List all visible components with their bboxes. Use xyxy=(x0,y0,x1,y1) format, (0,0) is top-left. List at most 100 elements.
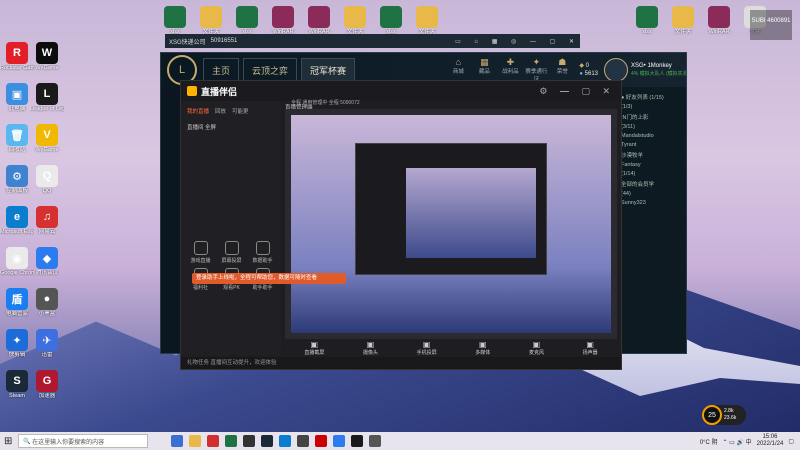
desktop-right-icon[interactable]: WinRAR xyxy=(702,6,736,35)
desktop-left-icon[interactable]: ✦ 快剪辑 xyxy=(0,329,34,358)
streaming-app-window: 直播伴侣 ⚙ — ▢ ✕ 我的直播 回放 可能更 直播间 全屏 游戏直播 屏幕投屏 数据… xyxy=(180,80,622,370)
desktop-icon-label: Microsoft Edge xyxy=(0,229,34,235)
clock[interactable]: 15:06 2022/1/24 xyxy=(757,434,784,448)
desktop-col2-icon[interactable]: W WeGame xyxy=(30,42,64,71)
nav-home[interactable]: 主页 xyxy=(203,58,240,82)
taskbar-app-icon[interactable] xyxy=(315,435,327,447)
friend-item[interactable]: Fantasy xyxy=(621,162,683,168)
taskbar-app-icon[interactable] xyxy=(261,435,273,447)
desktop-icon-label: 文件夹 xyxy=(674,29,692,35)
stream-tab[interactable]: 可能更 xyxy=(232,107,249,115)
taskbar-app-icon[interactable] xyxy=(369,435,381,447)
notification-icon[interactable]: ▢ xyxy=(788,438,794,445)
desktop-top-glyph-icon xyxy=(200,6,222,28)
desktop-left-icon[interactable]: 盾电脑管家 xyxy=(0,288,34,317)
desktop-left-icon[interactable]: RRockstar Games Launcher xyxy=(0,42,34,71)
desktop-col2-icon[interactable]: ● 小黑盒 xyxy=(30,288,64,317)
weather[interactable]: 0°C 阴 xyxy=(700,437,718,446)
desktop-top-icon[interactable]: xlsx xyxy=(374,6,408,35)
desktop-top-icon[interactable]: WinRAR xyxy=(302,6,336,35)
stream-control[interactable]: ▣ 摄像头 xyxy=(363,340,378,356)
friend-item[interactable]: (44) xyxy=(621,191,683,197)
friend-item[interactable]: Mandalstudio xyxy=(621,133,683,139)
stream-tool[interactable]: 屏幕投屏 xyxy=(218,241,245,264)
nav-tft[interactable]: 云顶之弈 xyxy=(243,58,298,82)
stream-control-icon: ▣ xyxy=(586,340,594,349)
taskbar-app-icon[interactable] xyxy=(171,435,183,447)
stream-control[interactable]: ▣ 直播截屏 xyxy=(304,340,324,356)
desktop-left-icon[interactable]: ⚙ 控制面板 xyxy=(0,165,34,194)
desktop-top-icon[interactable]: xlsx xyxy=(158,6,192,35)
desktop-col2-icon[interactable]: ✈ 迅雷 xyxy=(30,329,64,358)
client-title-bar: XSG快递公司 50916551 ▭ ⌂ ▦ ◎ — ▢ ✕ xyxy=(165,34,580,48)
desktop-right-glyph-icon xyxy=(636,6,658,28)
friend-item[interactable]: 全部的会员学 xyxy=(621,180,683,188)
desktop-top-icon[interactable]: 文件夹 xyxy=(338,6,372,35)
taskbar-app-icon[interactable] xyxy=(189,435,201,447)
friend-item[interactable]: (1/3) xyxy=(621,104,683,110)
taskbar-app-icon[interactable] xyxy=(243,435,255,447)
promo-banner[interactable]: 登录助手上线啦，全程可帮助您，数据可随时查看 xyxy=(192,273,346,284)
desktop-left-glyph-icon: ▣ xyxy=(6,83,28,105)
taskbar-app-icon[interactable] xyxy=(297,435,309,447)
desktop-left-icon[interactable]: S Steam xyxy=(0,370,34,399)
desktop-top-glyph-icon xyxy=(380,6,402,28)
window-controls[interactable]: ▭ ⌂ ▦ ◎ — ▢ ✕ xyxy=(455,38,580,45)
desktop-col2-icon[interactable]: ◆ 腾讯会议 xyxy=(30,247,64,276)
app-logo-icon xyxy=(187,86,197,96)
stream-control-icon: ▣ xyxy=(479,340,487,349)
start-icon[interactable]: ⊞ xyxy=(4,436,12,447)
friend-item[interactable]: IN门的上影 xyxy=(621,113,683,121)
desktop-col2-icon[interactable]: Q QQ xyxy=(30,165,64,194)
desktop-icon-label: WeGame xyxy=(35,65,59,71)
friend-item[interactable]: (3/11) xyxy=(621,124,683,130)
search-input[interactable]: 🔍 在这里输入你要搜索的内容 xyxy=(18,434,148,448)
friends-list[interactable]: ● 好友列表 (1/15) (1/3) IN门的上影 (3/11) Mandalstud… xyxy=(618,87,686,353)
nav-clash[interactable]: 冠军杯赛 xyxy=(301,58,356,82)
friend-item[interactable]: (1/14) xyxy=(621,171,683,177)
gauge-value: 25 xyxy=(702,405,722,425)
stream-tab[interactable]: 回放 xyxy=(215,107,226,115)
desktop-top-icon[interactable]: WinRAR xyxy=(266,6,300,35)
desktop-top-glyph-icon xyxy=(164,6,186,28)
desktop-left-glyph-icon: ✦ xyxy=(6,329,28,351)
friend-item[interactable]: Tyrant xyxy=(621,142,683,148)
player-name: XSG• 1Monkey xyxy=(631,63,672,69)
friend-item[interactable]: Sunny323 xyxy=(621,200,683,206)
stream-window-controls[interactable]: ⚙ — ▢ ✕ xyxy=(539,86,615,97)
desktop-right-icon[interactable]: 文件夹 xyxy=(666,6,700,35)
avatar[interactable] xyxy=(604,58,628,82)
taskbar-app-icon[interactable] xyxy=(333,435,345,447)
desktop-top-icon[interactable]: xlsx xyxy=(230,6,264,35)
desktop-col2-icon[interactable]: G 加速器 xyxy=(30,370,64,399)
desktop-left-icon[interactable]: e Microsoft Edge xyxy=(0,206,34,235)
friend-item[interactable]: ● 好友列表 (1/15) xyxy=(621,93,683,101)
desktop-left-icon[interactable]: ◉Google Chrome xyxy=(0,247,34,276)
stream-control[interactable]: ▣ 手机投屏 xyxy=(417,340,437,356)
desktop-icon-label: xlsx xyxy=(642,29,652,35)
friend-item[interactable]: 沙漠牧羊 xyxy=(621,151,683,159)
desktop-left-icon[interactable]: 🗑 回收站 xyxy=(0,124,34,153)
desktop-left-icon[interactable]: ▣ 此电脑 xyxy=(0,83,34,112)
desktop-right-icon[interactable]: xlsx xyxy=(630,6,664,35)
stream-bottom-controls: ▣ 直播截屏 ▣ 摄像头 ▣ 手机投屏 ▣ 多媒体 ▣ 麦克风 ▣ 扬声器 xyxy=(285,339,617,357)
taskbar-app-icon[interactable] xyxy=(225,435,237,447)
desktop-top-icon[interactable]: 文件夹 xyxy=(194,6,228,35)
taskbar-app-icon[interactable] xyxy=(279,435,291,447)
stream-tool[interactable]: 游戏直播 xyxy=(187,241,214,264)
desktop-col2-icon[interactable]: V WeGame xyxy=(30,124,64,153)
desktop-col2-icon[interactable]: ♫ 网易云 xyxy=(30,206,64,235)
tray-icons[interactable]: ⌃ ▭ 🔊 中 xyxy=(722,437,751,446)
stream-control[interactable]: ▣ 扬声器 xyxy=(583,340,598,356)
desktop-top-icon[interactable]: 文件夹 xyxy=(410,6,444,35)
stream-tab[interactable]: 我的直播 xyxy=(187,107,209,115)
taskbar-app-icon[interactable] xyxy=(207,435,219,447)
desktop-col2-glyph-icon: G xyxy=(36,370,58,392)
desktop-col2-glyph-icon: Q xyxy=(36,165,58,187)
desktop-col2-glyph-icon: ● xyxy=(36,288,58,310)
taskbar-app-icon[interactable] xyxy=(351,435,363,447)
stream-control[interactable]: ▣ 麦克风 xyxy=(529,340,544,356)
stream-control[interactable]: ▣ 多媒体 xyxy=(475,340,490,356)
desktop-col2-icon[interactable]: LLeague of Legends xyxy=(30,83,64,112)
stream-tool[interactable]: 数据助手 xyxy=(249,241,276,264)
